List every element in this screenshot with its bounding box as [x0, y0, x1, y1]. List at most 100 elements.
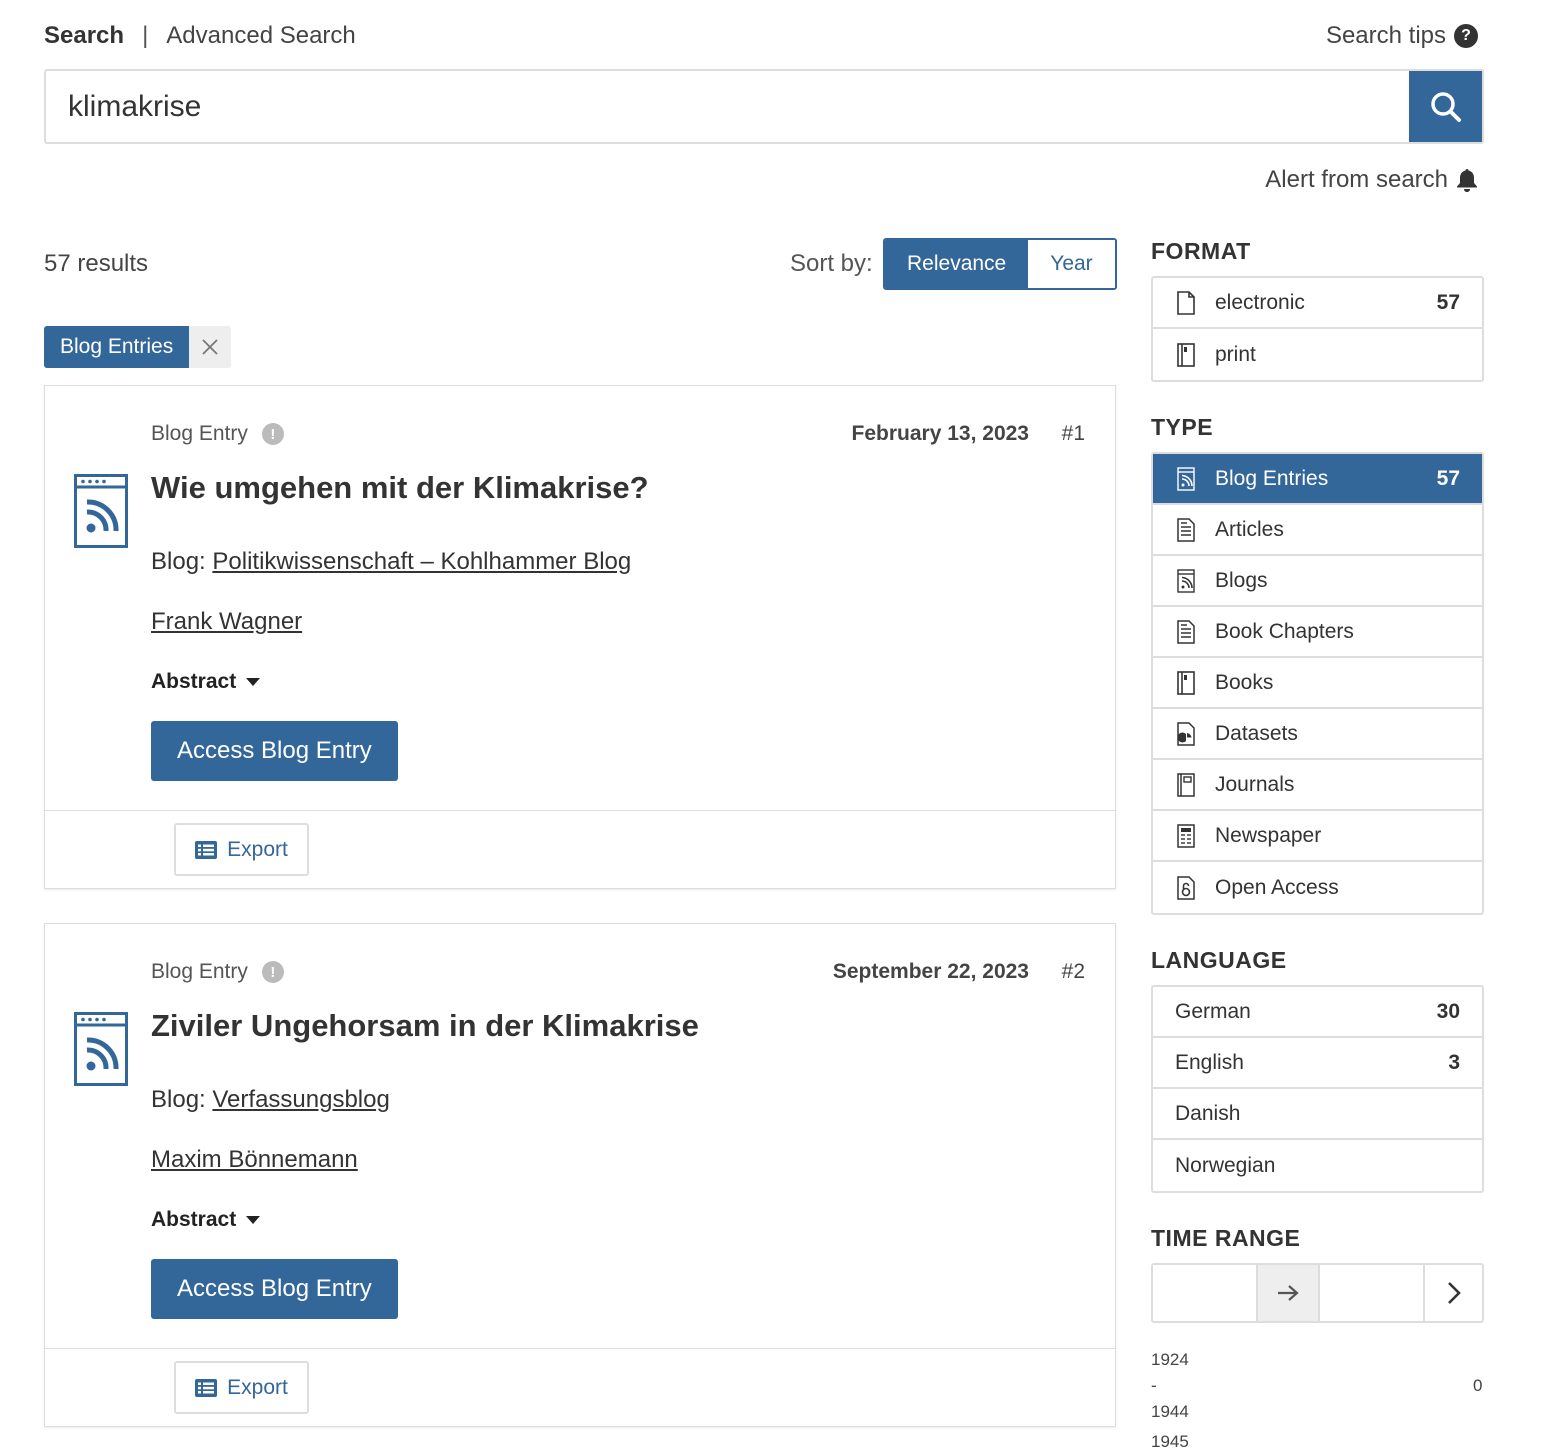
histogram-dash: -	[1151, 1376, 1157, 1395]
book-icon	[1177, 670, 1195, 695]
search-icon	[1430, 91, 1461, 122]
article-icon	[1177, 517, 1195, 542]
facet-articles[interactable]: Articles	[1153, 505, 1482, 556]
facet-journals[interactable]: Journals	[1153, 760, 1482, 811]
format-facet-list: electronic 57 print	[1151, 276, 1484, 382]
arrow-right-icon	[1278, 1285, 1299, 1301]
facet-label: Newspaper	[1215, 823, 1322, 847]
facet-newspaper[interactable]: Newspaper	[1153, 811, 1482, 862]
time-apply-button[interactable]	[1425, 1265, 1482, 1321]
language-heading: LANGUAGE	[1151, 947, 1287, 973]
result-blog: Blog: Politikwissenschaft – Kohlhammer B…	[151, 548, 631, 576]
result-card: Blog Entry ! February 13, 2023 #1 Wie um…	[44, 385, 1116, 889]
caret-down-icon	[246, 678, 261, 686]
facet-book-chapters[interactable]: Book Chapters	[1153, 607, 1482, 658]
histogram-start: 1924	[1151, 1350, 1189, 1369]
result-blog: Blog: Verfassungsblog	[151, 1086, 390, 1114]
facet-print[interactable]: print	[1153, 329, 1482, 380]
author-link[interactable]: Frank Wagner	[151, 608, 302, 636]
bell-icon	[1457, 169, 1477, 192]
sort-toggle: Relevance Year	[883, 238, 1117, 290]
result-title[interactable]: Ziviler Ungehorsam in der Klimakrise	[151, 1008, 699, 1044]
abstract-toggle[interactable]: Abstract	[151, 1208, 261, 1232]
dataset-icon	[1177, 721, 1195, 746]
export-label: Export	[227, 837, 288, 861]
journal-icon	[1177, 772, 1195, 797]
export-label: Export	[227, 1375, 288, 1399]
list-icon	[195, 840, 218, 859]
author-link[interactable]: Maxim Bönnemann	[151, 1146, 358, 1174]
facet-label: Open Access	[1215, 875, 1339, 899]
blog-prefix: Blog:	[151, 548, 206, 575]
facet-label: Book Chapters	[1215, 619, 1354, 643]
info-icon[interactable]: !	[261, 423, 284, 445]
histogram-next: 1945	[1151, 1432, 1189, 1450]
rss-page-icon	[1177, 568, 1195, 593]
facet-norwegian[interactable]: Norwegian	[1153, 1140, 1482, 1191]
tab-search[interactable]: Search	[44, 22, 124, 50]
facet-label: Books	[1215, 670, 1274, 694]
facet-open-access[interactable]: Open Access	[1153, 862, 1482, 913]
type-facet-list: Blog Entries 57 Articles Blogs Book Chap…	[1151, 452, 1484, 915]
access-blog-entry-button[interactable]: Access Blog Entry	[151, 1259, 398, 1319]
result-title[interactable]: Wie umgehen mit der Klimakrise?	[151, 470, 649, 506]
facet-count: 3	[1448, 1050, 1460, 1074]
facet-label: Norwegian	[1175, 1153, 1276, 1177]
abstract-label: Abstract	[151, 1208, 237, 1231]
search-tips-label: Search tips	[1325, 22, 1446, 49]
facet-label: English	[1175, 1050, 1244, 1074]
access-blog-entry-button[interactable]: Access Blog Entry	[151, 721, 398, 781]
facet-books[interactable]: Books	[1153, 658, 1482, 709]
language-facet-list: German 30 English 3 Danish Norwegian	[1151, 985, 1484, 1193]
result-type-row: Blog Entry !	[151, 960, 284, 984]
file-icon	[1177, 290, 1195, 315]
result-number: #2	[1061, 960, 1085, 983]
remove-filter-button[interactable]	[189, 326, 232, 368]
facet-label: Articles	[1215, 517, 1284, 541]
blog-link[interactable]: Verfassungsblog	[212, 1086, 389, 1113]
sort-year-button[interactable]: Year	[1028, 240, 1115, 288]
result-date: February 13, 2023	[851, 422, 1029, 445]
search-input[interactable]	[46, 71, 1409, 142]
search-button[interactable]	[1409, 71, 1482, 142]
time-to-input[interactable]	[1320, 1265, 1425, 1321]
facet-count: 57	[1436, 466, 1460, 490]
export-button[interactable]: Export	[174, 823, 309, 876]
result-number: #1	[1061, 422, 1085, 445]
tab-advanced-search[interactable]: Advanced Search	[166, 22, 355, 50]
facet-english[interactable]: English 3	[1153, 1038, 1482, 1089]
time-from-input[interactable]	[1153, 1265, 1258, 1321]
alert-label: Alert from search	[1265, 166, 1448, 193]
result-card: Blog Entry ! September 22, 2023 #2 Zivil…	[44, 923, 1116, 1427]
alert-from-search-link[interactable]: Alert from search	[1265, 166, 1478, 194]
tab-separator: |	[142, 22, 149, 49]
result-type: Blog Entry	[151, 960, 248, 983]
result-type-row: Blog Entry !	[151, 422, 284, 446]
newspaper-icon	[1177, 823, 1195, 848]
facet-label: Datasets	[1215, 721, 1298, 745]
time-range-control	[1151, 1263, 1484, 1323]
facet-blog-entries[interactable]: Blog Entries 57	[1153, 454, 1482, 505]
facet-label: Blogs	[1215, 568, 1268, 592]
facet-danish[interactable]: Danish	[1153, 1089, 1482, 1140]
sort-relevance-button[interactable]: Relevance	[885, 240, 1029, 288]
info-icon[interactable]: !	[261, 961, 284, 983]
facet-datasets[interactable]: Datasets	[1153, 709, 1482, 760]
blog-link[interactable]: Politikwissenschaft – Kohlhammer Blog	[212, 548, 631, 575]
facet-german[interactable]: German 30	[1153, 987, 1482, 1038]
export-button[interactable]: Export	[174, 1361, 309, 1414]
active-filter-label: Blog Entries	[44, 326, 190, 368]
abstract-toggle[interactable]: Abstract	[151, 670, 261, 694]
format-heading: FORMAT	[1151, 238, 1251, 264]
facet-electronic[interactable]: electronic 57	[1153, 278, 1482, 329]
search-tabs: Search | Advanced Search	[44, 22, 356, 50]
search-tips-link[interactable]: Search tips ?	[1326, 22, 1478, 50]
facet-label: German	[1175, 999, 1251, 1023]
facet-label: Danish	[1175, 1101, 1241, 1125]
card-divider	[45, 1348, 1115, 1349]
caret-down-icon	[246, 1216, 261, 1224]
facet-label: Journals	[1215, 772, 1295, 796]
book-icon	[1177, 342, 1195, 367]
facet-blogs[interactable]: Blogs	[1153, 556, 1482, 607]
chevron-right-icon	[1447, 1282, 1461, 1304]
